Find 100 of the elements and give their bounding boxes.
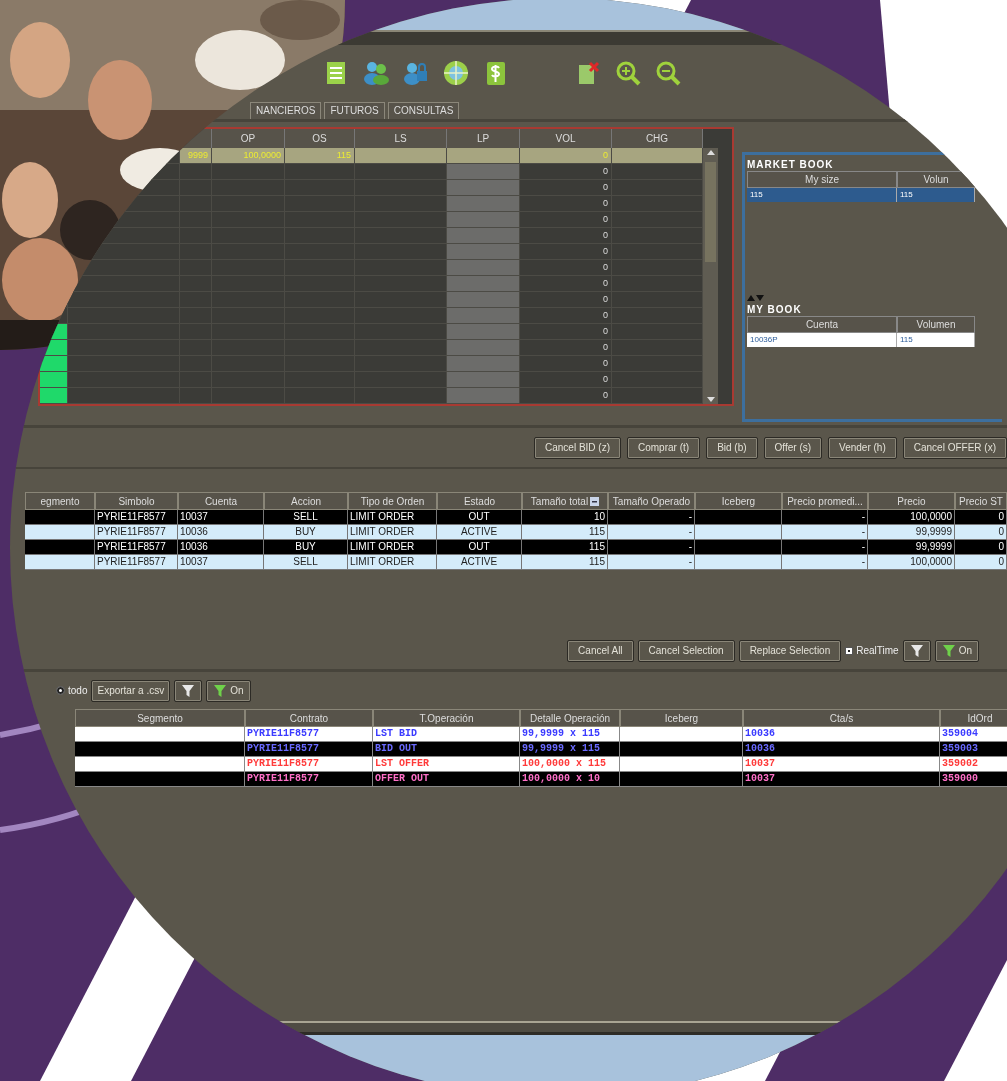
- up-arrow-icon[interactable]: [705, 148, 716, 156]
- table-cell[interactable]: 0: [520, 388, 612, 403]
- table-cell[interactable]: [447, 228, 520, 243]
- table-cell[interactable]: 0: [520, 308, 612, 323]
- table-cell[interactable]: 115: [897, 333, 975, 347]
- tab[interactable]: CONSULTAS: [387, 102, 460, 119]
- action-button[interactable]: Replace Selection: [738, 639, 842, 662]
- table-row[interactable]: PYRIE11F8577 10036 BUY LIMIT ORDER ACTIVE 115 - - 99,9999 0: [25, 525, 1007, 540]
- column-header[interactable]: Tamaño total: [522, 492, 608, 510]
- table-row[interactable]: PYRIE11F8577 OFFER OUT 100,0000 x 10 10037 359000: [75, 772, 1007, 787]
- column-header[interactable]: Volun: [897, 171, 975, 188]
- table-row[interactable]: PYRIE11F8577 10037 SELL LIMIT ORDER ACTIVE 115 - - 100,0000 0: [25, 555, 1007, 570]
- table-cell[interactable]: [447, 148, 520, 163]
- table-cell[interactable]: [447, 340, 520, 355]
- table-cell: ACTIVE: [437, 555, 522, 569]
- table-cell[interactable]: 0: [520, 324, 612, 339]
- down-arrow-icon[interactable]: [705, 396, 716, 404]
- table-cell[interactable]: 0: [520, 196, 612, 211]
- action-button[interactable]: Cancel Selection: [637, 639, 735, 662]
- filter-icon[interactable]: [181, 683, 196, 698]
- column-header[interactable]: Volumen: [897, 316, 975, 333]
- table-row[interactable]: PYRIE11F8577 10037 SELL LIMIT ORDER OUT 10 - - 100,0000 0: [25, 510, 1007, 525]
- tab[interactable]: NANCIEROS: [250, 102, 322, 119]
- column-header[interactable]: My size: [747, 171, 897, 188]
- table-cell[interactable]: 0: [520, 276, 612, 291]
- table-row[interactable]: PYRIE11F8577 BID OUT 99,9999 x 115 10036 359003: [75, 742, 1007, 757]
- table-cell[interactable]: [447, 196, 520, 211]
- column-header[interactable]: Precio promedi...: [782, 492, 868, 510]
- order-button[interactable]: Offer (s): [763, 436, 823, 459]
- filter-icon[interactable]: [909, 643, 924, 658]
- order-button[interactable]: Vender (h): [828, 436, 897, 459]
- table-cell[interactable]: 0: [520, 356, 612, 371]
- table-cell[interactable]: [447, 164, 520, 179]
- filter-icon[interactable]: [213, 683, 228, 698]
- table-cell[interactable]: [447, 212, 520, 227]
- column-header[interactable]: Cta/s: [743, 709, 940, 727]
- order-button[interactable]: Bid (b): [706, 436, 758, 459]
- table-row[interactable]: PYRIE11F8577 LST OFFER 100,0000 x 115 10037 359002: [75, 757, 1007, 772]
- table-cell[interactable]: 0: [520, 244, 612, 259]
- table-row[interactable]: PYRIE11F8577 LST BID 99,9999 x 115 10036 359004: [75, 727, 1007, 742]
- column-header[interactable]: Simbolo: [95, 492, 178, 510]
- filter-on-button[interactable]: On: [934, 639, 979, 662]
- table-cell[interactable]: [355, 148, 447, 163]
- table-cell[interactable]: 0: [520, 228, 612, 243]
- order-button[interactable]: Cancel OFFER (x): [902, 436, 1007, 459]
- column-header[interactable]: Iceberg: [620, 709, 743, 727]
- export-button[interactable]: Exportar a .csv: [91, 679, 171, 702]
- scrollbar[interactable]: [703, 148, 718, 404]
- filter-on-button[interactable]: On: [206, 679, 251, 702]
- action-button[interactable]: Cancel All: [567, 639, 634, 662]
- column-header[interactable]: T.Operación: [373, 709, 520, 727]
- column-header[interactable]: Precio ST: [955, 492, 1007, 510]
- table-cell[interactable]: 0: [520, 212, 612, 227]
- table-cell[interactable]: 115: [897, 188, 975, 202]
- table-cell[interactable]: 115: [747, 188, 897, 202]
- column-header[interactable]: Iceberg: [695, 492, 782, 510]
- radio-button[interactable]: [56, 686, 65, 695]
- filter-button[interactable]: [174, 679, 203, 702]
- column-header[interactable]: Segmento: [75, 709, 245, 727]
- table-cell[interactable]: 0: [520, 292, 612, 307]
- tab[interactable]: FUTUROS: [324, 102, 385, 119]
- checkbox[interactable]: [845, 646, 854, 655]
- table-cell[interactable]: 10036P: [747, 333, 897, 347]
- table-cell[interactable]: 0: [520, 260, 612, 275]
- column-header[interactable]: Precio: [868, 492, 955, 510]
- column-header[interactable]: Accion: [264, 492, 348, 510]
- table-cell: -: [608, 555, 695, 569]
- table-cell[interactable]: [612, 148, 703, 163]
- column-header[interactable]: egmento: [25, 492, 95, 510]
- table-cell[interactable]: [447, 308, 520, 323]
- column-header[interactable]: Tipo de Orden: [348, 492, 437, 510]
- globe-icon[interactable]: [442, 58, 470, 87]
- table-row[interactable]: PYRIE11F8577 10036 BUY LIMIT ORDER OUT 115 - - 99,9999 0: [25, 540, 1007, 555]
- table-cell[interactable]: [447, 180, 520, 195]
- filter-icon[interactable]: [941, 643, 956, 658]
- table-cell[interactable]: [447, 324, 520, 339]
- table-cell: 10036: [743, 742, 940, 756]
- column-header[interactable]: Detalle Operación: [520, 709, 620, 727]
- table-cell[interactable]: [447, 372, 520, 387]
- order-button[interactable]: Comprar (t): [627, 436, 701, 459]
- table-cell[interactable]: [447, 244, 520, 259]
- filter-button[interactable]: [902, 639, 931, 662]
- table-cell[interactable]: [447, 260, 520, 275]
- table-cell[interactable]: [447, 356, 520, 371]
- table-cell[interactable]: 0: [520, 180, 612, 195]
- column-header[interactable]: Cuenta: [747, 316, 897, 333]
- table-cell[interactable]: 0: [520, 340, 612, 355]
- splitter-arrows-icon[interactable]: [747, 294, 764, 302]
- sort-icon[interactable]: [590, 496, 600, 506]
- column-header[interactable]: Contrato: [245, 709, 373, 727]
- order-button[interactable]: Cancel BID (z): [534, 436, 621, 459]
- column-header[interactable]: Cuenta: [178, 492, 264, 510]
- column-header[interactable]: Estado: [437, 492, 522, 510]
- table-cell[interactable]: 0: [520, 372, 612, 387]
- column-header[interactable]: Tamaño Operado: [608, 492, 695, 510]
- table-cell[interactable]: [447, 276, 520, 291]
- table-cell[interactable]: [447, 388, 520, 403]
- table-cell[interactable]: 0: [520, 164, 612, 179]
- column-header[interactable]: IdOrd: [940, 709, 1007, 727]
- table-cell[interactable]: [447, 292, 520, 307]
